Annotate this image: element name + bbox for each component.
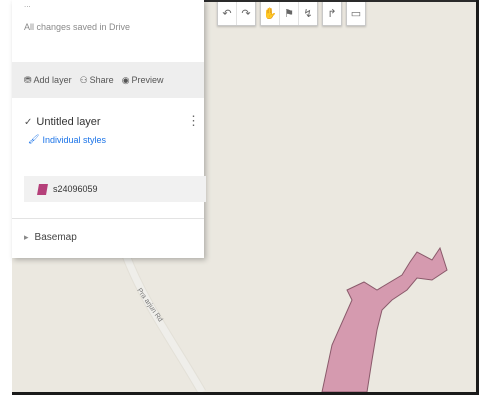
add-layer-button[interactable]: ⛃ Add layer xyxy=(24,75,72,86)
directions-icon[interactable]: ↱ xyxy=(323,1,341,25)
feature-item[interactable]: s24096059 xyxy=(24,176,206,202)
redo-icon[interactable]: ↷ xyxy=(237,1,255,25)
panel-actions: ⛃ Add layer ⚇ Share ◉ Preview xyxy=(12,62,204,98)
map-title[interactable]: ... xyxy=(24,0,31,9)
layer-header[interactable]: ✓ Untitled layer xyxy=(24,116,200,128)
save-status: All changes saved in Drive xyxy=(24,22,131,32)
share-icon: ⚇ xyxy=(79,74,88,85)
preview-button[interactable]: ◉ Preview xyxy=(122,75,164,86)
history-tools: ↶ ↷ xyxy=(217,0,256,26)
undo-icon[interactable]: ↶ xyxy=(218,1,237,25)
drawn-polygon xyxy=(321,246,448,392)
layer-visibility-checkbox[interactable]: ✓ xyxy=(24,117,32,128)
basemap-label: Basemap xyxy=(34,232,77,243)
road-edge xyxy=(119,248,206,392)
polygon-icon xyxy=(37,183,48,195)
draw-tools: ✋ ⚑ ↯ xyxy=(260,0,318,26)
chevron-right-icon: ▸ xyxy=(24,232,29,242)
layer-section: ✓ Untitled layer ⋮ 🖌 Individual styles xyxy=(24,114,200,145)
marker-icon[interactable]: ⚑ xyxy=(280,1,299,25)
add-layer-icon: ⛃ xyxy=(24,74,32,85)
measure-tools: ▭ xyxy=(346,0,366,26)
paint-roller-icon: 🖌 xyxy=(28,134,40,144)
share-button[interactable]: ⚇ Share xyxy=(80,75,114,86)
route-tools: ↱ xyxy=(322,0,342,26)
draw-line-icon[interactable]: ↯ xyxy=(299,1,317,25)
frame-border-top xyxy=(200,0,479,2)
hand-icon[interactable]: ✋ xyxy=(261,1,280,25)
frame-border-right xyxy=(476,0,479,392)
layer-options-icon[interactable]: ⋮ xyxy=(187,114,200,127)
road-label: Pra arjun Rd xyxy=(135,287,163,323)
individual-styles-link[interactable]: 🖌 Individual styles xyxy=(28,134,200,145)
map-toolbar: ↶ ↷ ✋ ⚑ ↯ ↱ ▭ xyxy=(217,0,366,26)
panel-divider xyxy=(12,218,204,219)
feature-label: s24096059 xyxy=(53,184,98,194)
basemap-toggle[interactable]: ▸ Basemap xyxy=(24,232,77,243)
layer-title[interactable]: Untitled layer xyxy=(36,116,100,128)
frame-border-bottom xyxy=(12,392,479,395)
layers-panel: ... All changes saved in Drive ⛃ Add lay… xyxy=(12,0,206,258)
preview-icon: ◉ xyxy=(121,74,130,85)
ruler-icon[interactable]: ▭ xyxy=(347,1,365,25)
